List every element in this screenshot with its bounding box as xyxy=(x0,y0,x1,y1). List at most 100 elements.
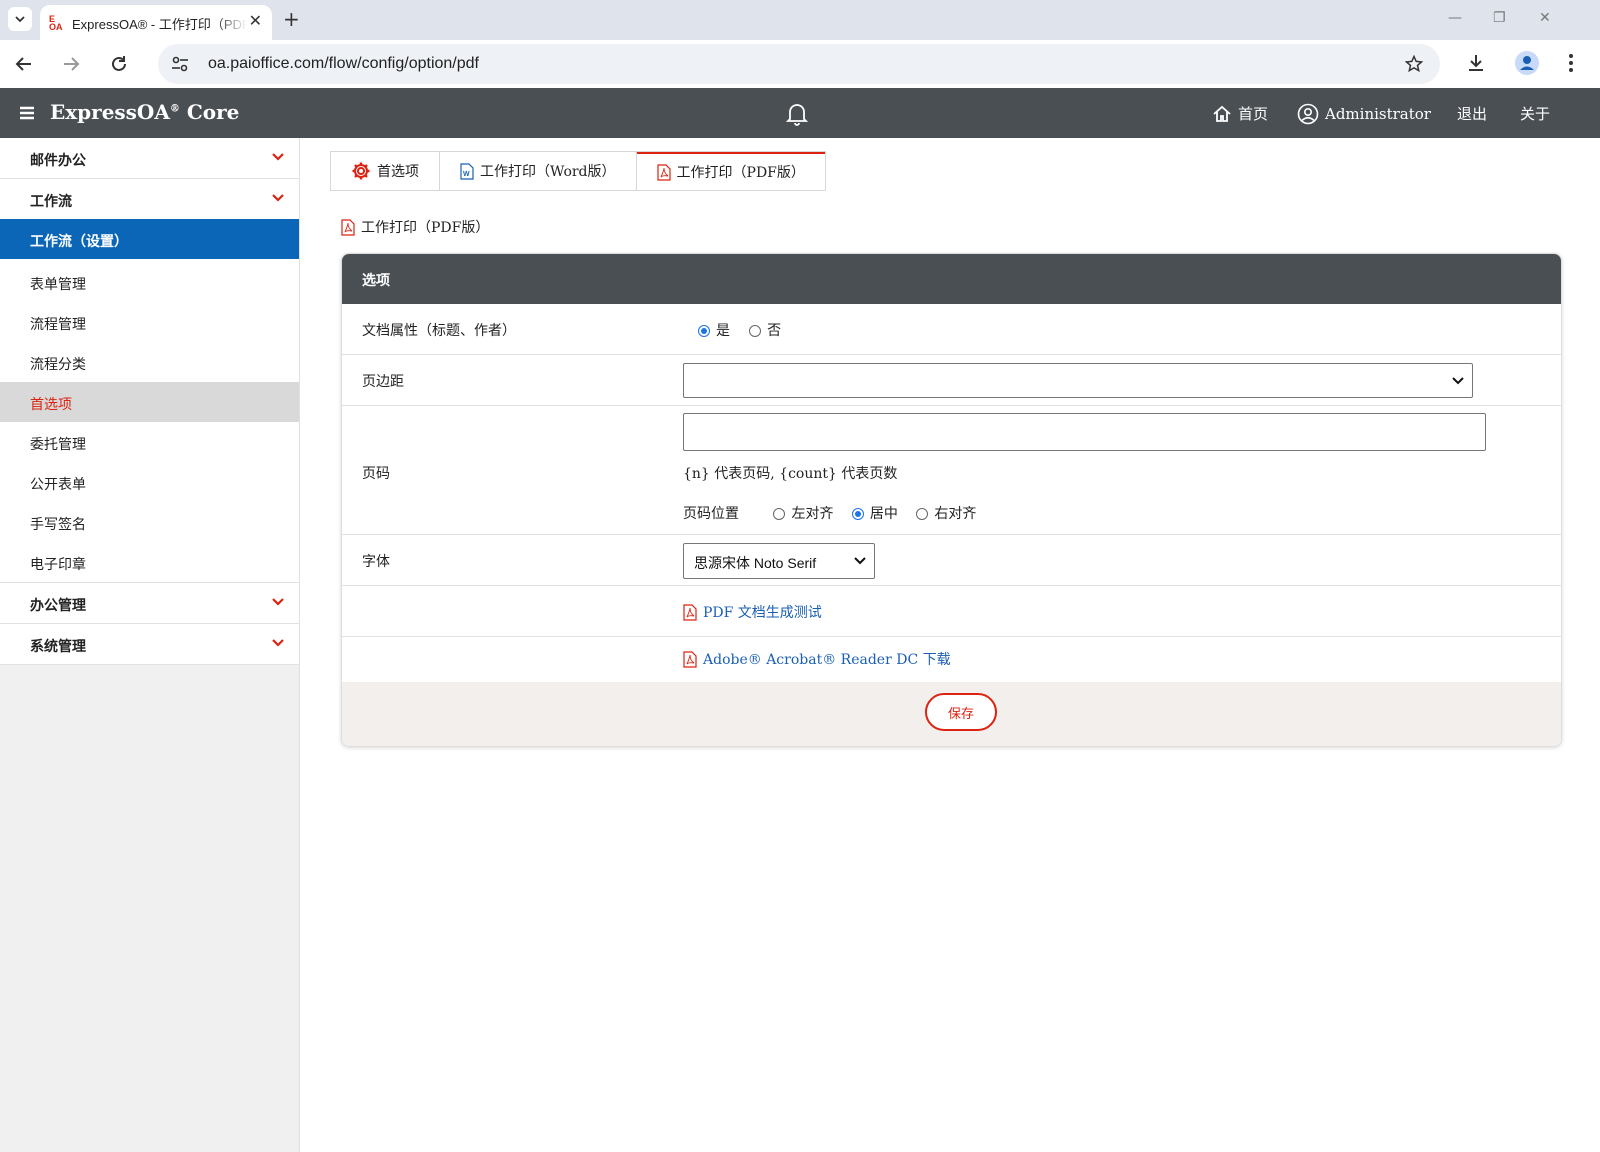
page-title: 工作打印（PDF版） xyxy=(341,217,489,237)
new-tab-icon[interactable]: + xyxy=(283,7,300,31)
font-label: 字体 xyxy=(362,554,390,570)
back-icon[interactable] xyxy=(10,50,38,78)
sidebar-group-mail[interactable]: 邮件办公 xyxy=(0,138,299,179)
font-select-value: 思源宋体 Noto Serif xyxy=(694,555,817,571)
sidebar-item-signature[interactable]: 手写签名 xyxy=(0,502,299,542)
browser-tab-active[interactable]: EOA ExpressOA® - 工作打印（PDF版） ✕ xyxy=(40,5,272,40)
pagepos-right-option[interactable]: 右对齐 xyxy=(916,506,976,522)
radio-label: 右对齐 xyxy=(934,506,977,522)
adobe-row: Adobe® Acrobat® Reader DC 下载 xyxy=(342,637,1561,679)
browser-menu-icon[interactable] xyxy=(1568,52,1574,78)
chevron-down-icon xyxy=(272,153,284,161)
svg-text:W: W xyxy=(463,171,470,178)
options-panel: 选项 文档属性（标题、作者） 是 否 页边距 页码 {n} 代表页码, {cou… xyxy=(341,253,1562,747)
bookmark-star-icon[interactable] xyxy=(1404,54,1424,78)
sidebar-item-delegation[interactable]: 委托管理 xyxy=(0,422,299,462)
radio-label: 居中 xyxy=(869,506,898,522)
word-file-icon: W xyxy=(460,162,474,180)
sidebar-item-label: 流程管理 xyxy=(30,317,86,333)
tab-preferences[interactable]: 首选项 xyxy=(331,152,440,190)
pdf-test-row: PDF 文档生成测试 xyxy=(342,586,1561,637)
margin-label: 页边距 xyxy=(362,374,404,390)
doc-props-no-option[interactable]: 否 xyxy=(749,323,781,339)
chevron-down-icon xyxy=(272,639,284,647)
notification-bell-icon[interactable] xyxy=(785,102,809,130)
chevron-down-icon xyxy=(854,557,866,565)
tab-label: 工作打印（PDF版） xyxy=(676,165,805,181)
doc-props-label: 文档属性（标题、作者） xyxy=(362,323,516,339)
radio-label: 左对齐 xyxy=(791,506,834,522)
forward-icon[interactable] xyxy=(57,50,85,78)
radio-label: 否 xyxy=(767,323,782,339)
logout-link[interactable]: 退出 xyxy=(1457,103,1487,124)
site-settings-icon[interactable] xyxy=(170,54,190,78)
chevron-down-icon xyxy=(272,194,284,202)
home-icon xyxy=(1213,105,1231,122)
sidebar-item-categories[interactable]: 流程分类 xyxy=(0,342,299,382)
sidebar-item-workflow-settings[interactable]: 工作流（设置） xyxy=(0,219,299,259)
profile-avatar-icon[interactable] xyxy=(1514,50,1540,80)
pagepos-label: 页码位置 xyxy=(683,506,739,522)
sidebar-group-system[interactable]: 系统管理 xyxy=(0,624,299,665)
margin-select[interactable] xyxy=(683,363,1473,398)
window-close-icon[interactable]: ✕ xyxy=(1539,10,1551,26)
pagenum-row: 页码 {n} 代表页码, {count} 代表页数 页码位置 左对齐 居中 右对… xyxy=(342,406,1561,535)
browser-toolbar: oa.paioffice.com/flow/config/option/pdf xyxy=(0,40,1600,88)
sidebar-group-office[interactable]: 办公管理 xyxy=(0,583,299,624)
panel-title: 选项 xyxy=(362,273,390,289)
sidebar-item-public-forms[interactable]: 公开表单 xyxy=(0,462,299,502)
sidebar-menu: 邮件办公 工作流 工作流（设置） 表单管理 流程管理 流程分类 首选项 委托管理… xyxy=(0,138,299,665)
radio-center[interactable] xyxy=(851,508,864,520)
sidebar-group-label: 办公管理 xyxy=(30,598,86,614)
font-select[interactable]: 思源宋体 Noto Serif xyxy=(683,543,875,579)
app-brand[interactable]: ExpressOA® Core xyxy=(50,100,239,124)
panel-footer: 保存 xyxy=(342,682,1561,746)
tab-search-button[interactable] xyxy=(8,7,32,31)
pdf-test-link-text: PDF 文档生成测试 xyxy=(703,605,822,621)
sidebar-item-processes[interactable]: 流程管理 xyxy=(0,302,299,342)
pagenum-hint: {n} 代表页码, {count} 代表页数 xyxy=(683,466,898,482)
reload-icon[interactable] xyxy=(105,50,133,78)
minimize-icon[interactable]: — xyxy=(1448,10,1462,26)
hamburger-menu-icon[interactable] xyxy=(19,105,35,125)
sidebar-item-label: 电子印章 xyxy=(30,557,86,573)
gear-icon xyxy=(352,162,370,180)
sidebar-group-workflow[interactable]: 工作流 xyxy=(0,179,299,219)
user-link[interactable]: Administrator xyxy=(1297,103,1431,125)
home-link[interactable]: 首页 xyxy=(1212,103,1268,124)
sidebar-group-label: 工作流 xyxy=(30,194,72,210)
sidebar-item-label: 工作流（设置） xyxy=(30,234,128,250)
adobe-download-link[interactable]: Adobe® Acrobat® Reader DC 下载 xyxy=(683,649,951,669)
pdf-file-icon xyxy=(683,603,697,621)
radio-left[interactable] xyxy=(773,508,786,520)
save-button[interactable]: 保存 xyxy=(925,693,997,731)
page-title-text: 工作打印（PDF版） xyxy=(361,220,490,236)
sidebar-item-forms[interactable]: 表单管理 xyxy=(0,262,299,302)
sidebar-item-seal[interactable]: 电子印章 xyxy=(0,542,299,582)
panel-header: 选项 xyxy=(342,254,1561,304)
doc-props-radios: 是 否 xyxy=(698,320,795,340)
restore-icon[interactable]: ❐ xyxy=(1493,10,1506,26)
pagepos-left-option[interactable]: 左对齐 xyxy=(773,506,833,522)
about-link[interactable]: 关于 xyxy=(1520,103,1550,124)
address-url: oa.paioffice.com/flow/config/option/pdf xyxy=(208,55,479,72)
radio-right[interactable] xyxy=(916,508,929,520)
pdf-file-icon xyxy=(656,163,671,181)
chevron-down-icon xyxy=(272,598,284,606)
address-bar[interactable]: oa.paioffice.com/flow/config/option/pdf xyxy=(158,44,1440,84)
doc-props-yes-option[interactable]: 是 xyxy=(698,323,730,339)
pdf-test-link[interactable]: PDF 文档生成测试 xyxy=(683,602,822,622)
pagepos-group: 页码位置 左对齐 居中 右对齐 xyxy=(683,503,990,523)
radio-no[interactable] xyxy=(749,325,762,337)
sidebar-item-preferences[interactable]: 首选项 xyxy=(0,382,299,422)
radio-yes[interactable] xyxy=(698,325,710,337)
adobe-download-link-text: Adobe® Acrobat® Reader DC 下载 xyxy=(703,652,951,668)
close-tab-icon[interactable]: ✕ xyxy=(249,11,262,30)
tab-print-pdf[interactable]: 工作打印（PDF版） xyxy=(636,152,825,190)
tab-print-word[interactable]: W 工作打印（Word版） xyxy=(440,152,637,190)
download-icon[interactable] xyxy=(1465,52,1487,78)
sidebar-group-label: 邮件办公 xyxy=(30,153,86,169)
expressoa-favicon-icon: E OA xyxy=(49,14,63,32)
pagenum-input[interactable] xyxy=(683,413,1486,451)
pagepos-center-option[interactable]: 居中 xyxy=(851,506,898,522)
